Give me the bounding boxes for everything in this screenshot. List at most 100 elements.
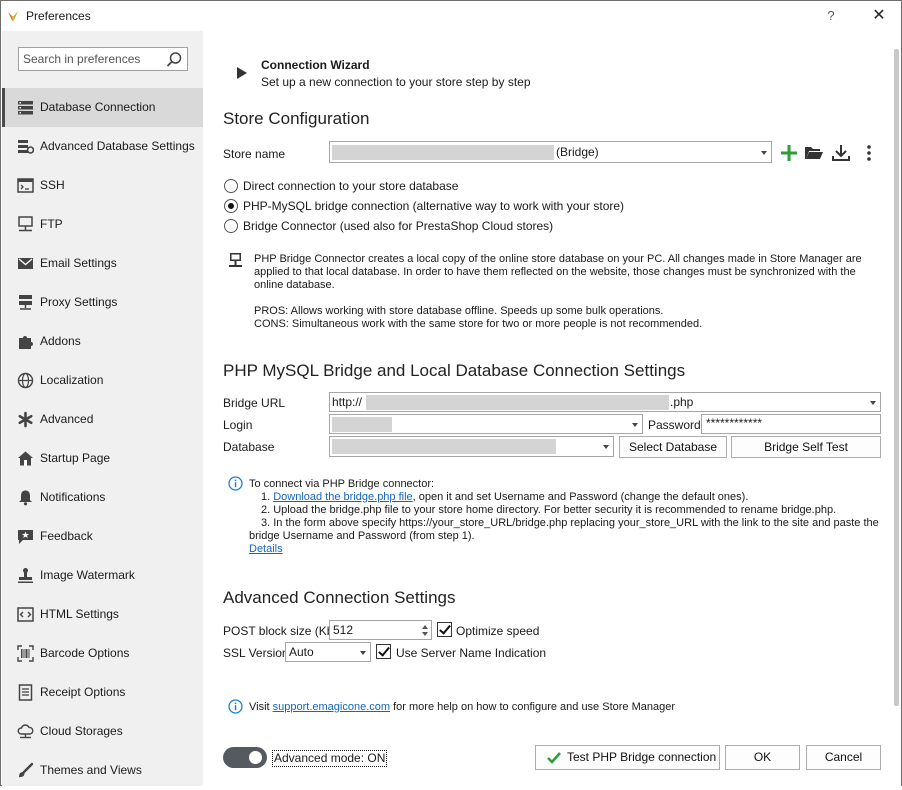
- download-icon[interactable]: [831, 143, 851, 163]
- post-block-size-stepper[interactable]: 512: [329, 620, 432, 640]
- sidebar-item-label: Image Watermark: [40, 568, 135, 582]
- store-name-label: Store name: [223, 147, 286, 161]
- cloud-icon: [17, 724, 34, 739]
- sidebar-item-email-settings[interactable]: Email Settings: [2, 244, 203, 283]
- sidebar-item-label: HTML Settings: [40, 607, 119, 621]
- test-bridge-connection-button[interactable]: Test PHP Bridge connection: [535, 745, 720, 770]
- advanced-connection-heading: Advanced Connection Settings: [223, 588, 456, 607]
- store-name-select[interactable]: (Bridge): [329, 141, 772, 163]
- support-link[interactable]: support.emagicone.com: [273, 701, 390, 713]
- sidebar-item-image-watermark[interactable]: Image Watermark: [2, 556, 203, 595]
- sidebar-item-proxy-settings[interactable]: Proxy Settings: [2, 283, 203, 322]
- bridge-url-select[interactable]: http:// .php: [329, 392, 881, 412]
- password-field[interactable]: ************: [701, 414, 881, 434]
- optimize-speed-label[interactable]: Optimize speed: [456, 624, 539, 638]
- sidebar-item-barcode-options[interactable]: Barcode Options: [2, 634, 203, 673]
- ssl-version-value: Auto: [289, 645, 314, 659]
- sidebar-item-addons[interactable]: Addons: [2, 322, 203, 361]
- cancel-button[interactable]: Cancel: [806, 745, 881, 770]
- asterisk-icon: [18, 411, 33, 428]
- sidebar-item-label: Startup Page: [40, 451, 111, 465]
- radio-php-mysql-bridge-label[interactable]: PHP-MySQL bridge connection (alternative…: [243, 199, 624, 213]
- sidebar-item-ssh[interactable]: SSH: [2, 166, 203, 205]
- title-bar: Preferences ? ✕: [1, 1, 901, 31]
- sidebar-item-database-connection[interactable]: Database Connection: [2, 88, 203, 127]
- sidebar-item-advanced-database-settings[interactable]: Advanced Database Settings: [2, 127, 203, 166]
- bridge-help-step1: 1. Download the bridge.php file, open it…: [249, 491, 879, 504]
- select-database-button[interactable]: Select Database: [619, 436, 727, 458]
- wizard-play-icon[interactable]: [237, 67, 247, 79]
- optimize-speed-checkbox[interactable]: [437, 622, 452, 637]
- sidebar-item-label: Advanced: [40, 412, 94, 426]
- store-configuration-heading: Store Configuration: [223, 109, 370, 128]
- test-bridge-connection-label: Test PHP Bridge connection: [567, 750, 717, 764]
- bridge-help-step2: 2. Upload the bridge.php file to your st…: [261, 504, 837, 516]
- radio-php-mysql-bridge[interactable]: [224, 199, 238, 213]
- database-select[interactable]: [329, 436, 614, 457]
- sidebar-item-html-settings[interactable]: HTML Settings: [2, 595, 203, 634]
- sidebar-item-label: Proxy Settings: [40, 295, 118, 309]
- post-block-size-value: 512: [333, 623, 354, 637]
- sidebar-item-ftp[interactable]: FTP: [2, 205, 203, 244]
- support-prefix: Visit: [249, 701, 273, 713]
- search-input[interactable]: [19, 48, 159, 70]
- stamp-icon: [18, 568, 33, 583]
- redacted-text: [332, 145, 554, 160]
- local-computer-icon: [229, 253, 242, 267]
- vertical-scrollbar[interactable]: [894, 49, 899, 706]
- advanced-mode-label[interactable]: Advanced mode: ON: [272, 750, 388, 767]
- bridge-url-suffix: .php: [670, 395, 694, 409]
- sidebar-nav: Database Connection Advanced Database Se…: [2, 88, 203, 790]
- sidebar-item-label: Localization: [40, 373, 104, 387]
- sidebar-item-label: Notifications: [40, 490, 106, 504]
- bridge-description-line: applied to that local database. In order…: [254, 266, 856, 278]
- step1-text: , open it and set Username and Password …: [412, 491, 749, 503]
- radio-direct-connection-label[interactable]: Direct connection to your store database: [243, 179, 458, 193]
- sidebar-item-label: Database Connection: [40, 100, 156, 114]
- radio-direct-connection[interactable]: [224, 179, 238, 193]
- globe-icon: [17, 372, 34, 389]
- pros-cons: PROS: Allows working with store database…: [254, 305, 702, 331]
- ssl-version-select[interactable]: Auto: [285, 642, 371, 662]
- bridge-help: To connect via PHP Bridge connector: 1. …: [249, 478, 879, 556]
- bridge-self-test-button[interactable]: Bridge Self Test: [731, 436, 881, 458]
- details-link[interactable]: Details: [249, 543, 879, 556]
- help-button[interactable]: ?: [819, 5, 843, 27]
- stepper-up-icon[interactable]: [422, 625, 428, 629]
- stepper-down-icon[interactable]: [422, 632, 428, 636]
- network-icon: [18, 216, 33, 232]
- sidebar-item-notifications[interactable]: Notifications: [2, 478, 203, 517]
- close-button[interactable]: ✕: [865, 5, 893, 27]
- add-store-icon[interactable]: [779, 143, 799, 163]
- ok-button[interactable]: OK: [725, 745, 800, 770]
- sidebar-item-themes-and-views[interactable]: Themes and Views: [2, 751, 203, 790]
- sidebar-item-localization[interactable]: Localization: [2, 361, 203, 400]
- pros-text: PROS: Allows working with store database…: [254, 305, 664, 317]
- download-bridge-link[interactable]: Download the bridge.php file: [273, 491, 412, 503]
- sidebar-item-advanced[interactable]: Advanced: [2, 400, 203, 439]
- sidebar-item-label: Email Settings: [40, 256, 117, 270]
- chevron-down-icon: [360, 651, 366, 655]
- feedback-icon: [18, 530, 33, 544]
- search-box[interactable]: [18, 47, 188, 71]
- sidebar-item-receipt-options[interactable]: Receipt Options: [2, 673, 203, 712]
- server-name-indication-checkbox[interactable]: [376, 644, 391, 659]
- server-name-indication-label[interactable]: Use Server Name Indication: [396, 646, 546, 660]
- open-folder-icon[interactable]: [804, 143, 824, 163]
- home-icon: [18, 451, 33, 466]
- bridge-help-step3: 3. In the form above specify https://you…: [261, 517, 879, 529]
- sidebar-item-startup-page[interactable]: Startup Page: [2, 439, 203, 478]
- sidebar-item-label: Receipt Options: [40, 685, 126, 699]
- chevron-down-icon: [761, 151, 767, 155]
- brush-icon: [19, 762, 34, 778]
- wizard-title[interactable]: Connection Wizard: [261, 58, 370, 72]
- radio-bridge-connector-label[interactable]: Bridge Connector (used also for PrestaSh…: [243, 219, 553, 233]
- radio-bridge-connector[interactable]: [224, 219, 238, 233]
- login-select[interactable]: [329, 414, 643, 434]
- advanced-mode-toggle[interactable]: [223, 747, 267, 768]
- sidebar-item-feedback[interactable]: Feedback: [2, 517, 203, 556]
- sidebar-item-cloud-storages[interactable]: Cloud Storages: [2, 712, 203, 751]
- checkmark-icon: [547, 752, 561, 764]
- search-icon[interactable]: [166, 51, 183, 68]
- more-options-icon[interactable]: [859, 143, 879, 163]
